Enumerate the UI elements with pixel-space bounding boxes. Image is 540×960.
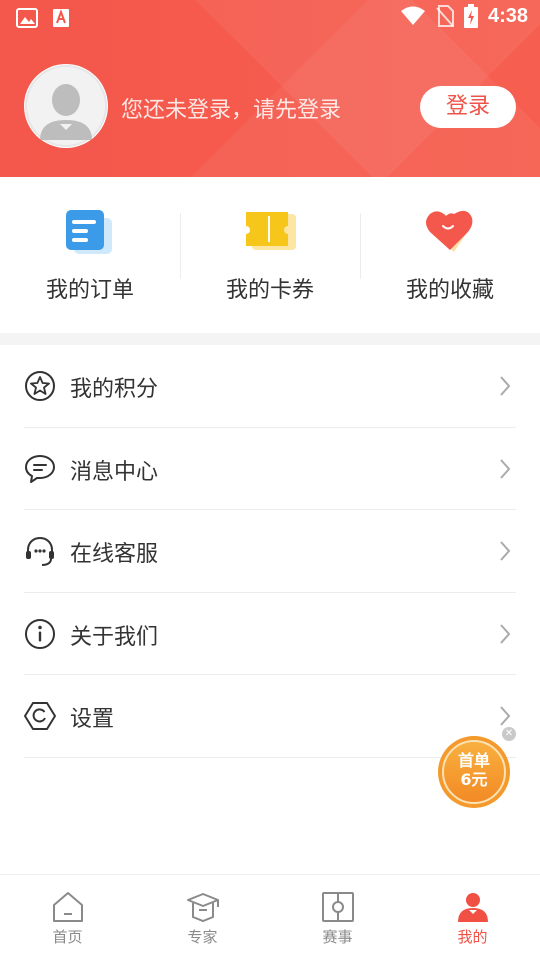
promo-line1: 首单 <box>457 751 490 770</box>
menu-item-label: 消息中心 <box>70 459 159 485</box>
divider <box>180 213 181 279</box>
orders-icon <box>66 210 112 254</box>
menu-item-about[interactable]: 关于我们 <box>24 593 516 675</box>
menu-item-label: 我的积分 <box>70 377 159 402</box>
graduation-cap-icon <box>186 893 219 923</box>
no-sim-icon <box>436 5 454 27</box>
avatar[interactable] <box>24 64 108 148</box>
chevron-right-icon <box>500 376 511 396</box>
tab-home[interactable]: 首页 <box>0 875 135 960</box>
section-gap <box>0 333 540 345</box>
promo-close-icon[interactable]: ✕ <box>502 727 516 741</box>
menu-item-points[interactable]: 我的积分 <box>24 345 516 428</box>
menu-item-label: 关于我们 <box>70 624 159 650</box>
menu-item-messages[interactable]: 消息中心 <box>24 428 516 510</box>
menu-item-label: 在线客服 <box>70 542 159 567</box>
settings-icon <box>24 702 56 730</box>
tab-label: 首页 <box>52 928 83 946</box>
headset-icon <box>26 536 54 566</box>
tab-experts[interactable]: 专家 <box>135 875 270 960</box>
chevron-right-icon <box>500 458 511 479</box>
quick-item-label: 我的订单 <box>45 278 134 303</box>
first-order-promo-badge[interactable]: 首单 6元 <box>438 736 510 808</box>
menu-item-settings[interactable]: 设置 <box>24 675 516 758</box>
menu-item-support[interactable]: 在线客服 <box>24 510 516 593</box>
quick-item-favorites[interactable]: 我的收藏 <box>360 177 540 333</box>
menu-item-label: 设置 <box>70 707 115 732</box>
app-notification-icon <box>53 9 69 27</box>
tab-matches[interactable]: 赛事 <box>270 875 405 960</box>
chevron-right-icon <box>500 623 511 644</box>
coupon-icon <box>246 212 296 250</box>
info-icon <box>25 618 55 649</box>
wifi-icon <box>400 6 425 25</box>
status-bar: 4:38 <box>0 0 540 36</box>
bottom-tab-bar: 首页 专家 赛事 我的 <box>0 874 540 960</box>
field-icon <box>321 892 354 922</box>
tab-label: 赛事 <box>322 928 353 946</box>
promo-line2: 6元 <box>460 770 488 789</box>
profile-header: 4:38 您还未登录，请先登录 登录 <box>0 0 540 177</box>
quick-item-coupons[interactable]: 我的卡券 <box>180 177 360 333</box>
default-avatar-icon <box>25 65 107 147</box>
message-icon <box>25 454 55 483</box>
divider <box>360 213 361 279</box>
quick-actions: 我的订单 我的卡券 我的收藏 <box>0 177 540 333</box>
quick-item-orders[interactable]: 我的订单 <box>0 177 180 333</box>
star-icon <box>25 371 55 401</box>
login-button[interactable]: 登录 <box>420 86 516 128</box>
status-time: 4:38 <box>487 4 528 27</box>
image-notification-icon <box>16 8 38 28</box>
menu-list: 我的积分 消息中心 在线客服 关于我们 设置 <box>0 345 540 758</box>
battery-charging-icon <box>463 4 478 28</box>
tab-label: 专家 <box>187 928 218 946</box>
heart-icon <box>426 210 473 252</box>
login-hint[interactable]: 您还未登录，请先登录 <box>121 92 341 124</box>
quick-item-label: 我的收藏 <box>405 278 494 303</box>
tab-label: 我的 <box>457 928 488 946</box>
chevron-right-icon <box>500 706 511 726</box>
chevron-right-icon <box>500 541 511 561</box>
tab-mine[interactable]: 我的 <box>405 875 540 960</box>
user-icon <box>457 893 488 922</box>
quick-item-label: 我的卡券 <box>225 278 314 303</box>
home-icon <box>52 892 83 922</box>
